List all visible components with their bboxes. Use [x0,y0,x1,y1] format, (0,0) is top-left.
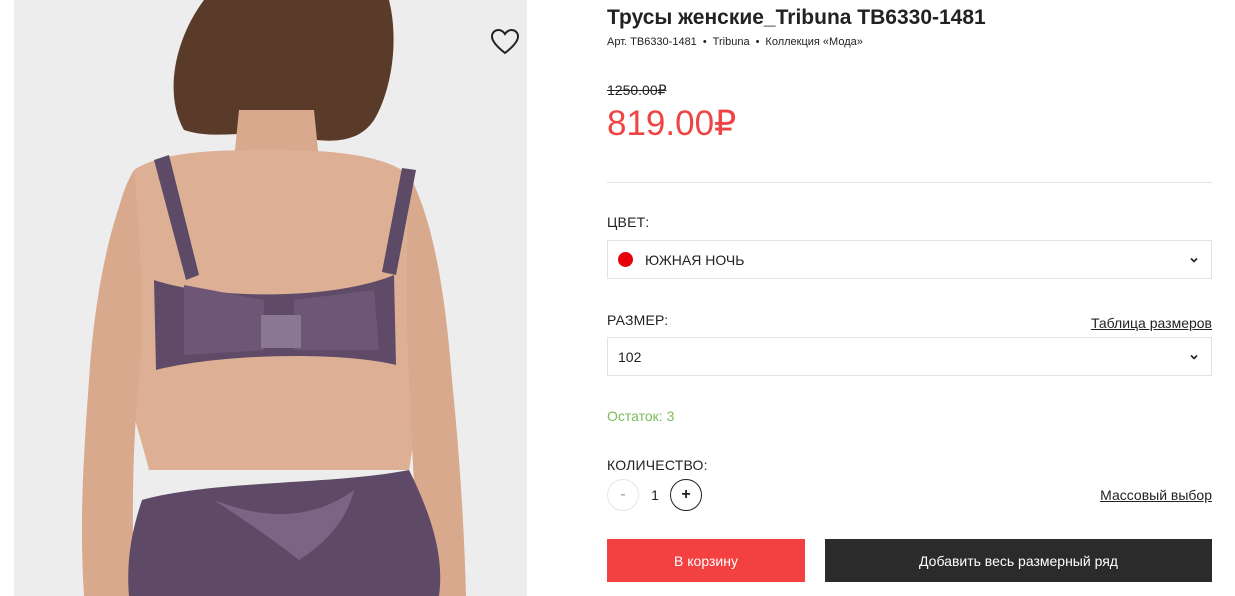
brand-name: Tribuna [712,36,750,48]
collection-name: Коллекция «Мода» [765,36,863,48]
size-table-link[interactable]: Таблица размеров [1091,315,1212,331]
article-number: Арт. TB6330-1481 [607,36,697,48]
color-select[interactable]: ЮЖНАЯ НОЧЬ [607,240,1212,279]
meta-separator: • [755,36,760,48]
product-title: Трусы женские_Tribuna TB6330-1481 [607,6,986,29]
divider [607,182,1212,183]
favorite-button[interactable] [490,28,520,56]
color-label: ЦВЕТ: [607,214,650,230]
size-select[interactable]: 102 [607,337,1212,376]
color-value: ЮЖНАЯ НОЧЬ [645,251,745,268]
quantity-increase-button[interactable]: + [670,479,702,511]
current-price: 819.00₽ [607,104,737,143]
add-to-cart-button[interactable]: В корзину [607,539,805,582]
old-price: 1250.00₽ [607,82,667,98]
add-all-sizes-button[interactable]: Добавить весь размерный ряд [825,539,1212,582]
product-image [14,0,527,596]
mass-select-link[interactable]: Массовый выбор [1100,487,1212,503]
stock-status: Остаток: 3 [607,408,675,424]
meta-separator: • [702,36,707,48]
chevron-down-icon [1190,257,1198,263]
quantity-label: КОЛИЧЕСТВО: [607,457,708,473]
product-meta: Арт. TB6330-1481 • Tribuna • Коллекция «Мода… [607,36,863,48]
size-value: 102 [618,348,642,365]
chevron-down-icon [1190,354,1198,360]
product-photo[interactable] [14,0,527,596]
color-swatch [618,252,633,267]
quantity-value[interactable]: 1 [648,487,662,503]
heart-icon [490,28,520,55]
size-label: РАЗМЕР: [607,312,669,328]
quantity-decrease-button[interactable]: - [607,479,639,511]
